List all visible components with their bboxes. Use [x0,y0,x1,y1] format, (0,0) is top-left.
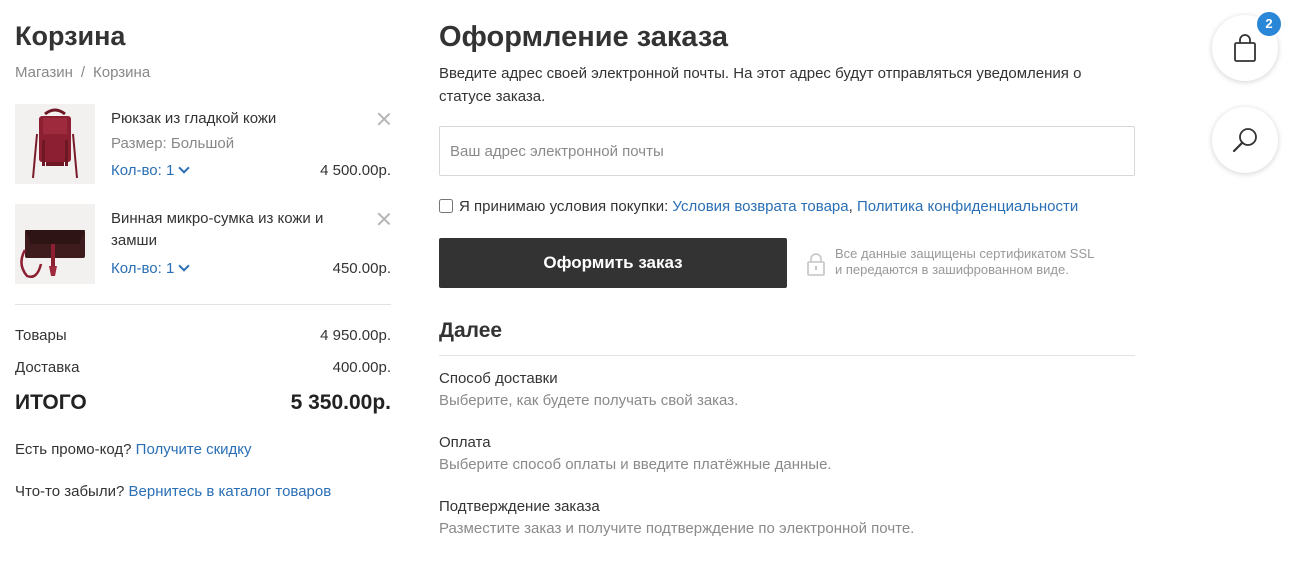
catalog-link[interactable]: Вернитесь в каталог товаров [129,483,332,500]
item-price: 4 500.00р. [320,162,391,179]
quantity-selector[interactable]: Кол-во: 1 [111,162,190,180]
forgot-text: Что-то забыли? [15,483,125,500]
step-payment: Оплата Выберите способ оплаты и введите … [439,434,1135,474]
checkout-description: Введите адрес своей электронной почты. Н… [439,65,1082,105]
step-description: Выберите способ оплаты и введите платёжн… [439,456,832,473]
lock-icon [807,253,825,276]
cart-item: Винная микро-сумка из кожи и замши Кол-в… [15,204,391,284]
chevron-down-icon [178,162,190,174]
summary-total-label: ИТОГО [15,391,87,414]
promo-text: Есть промо-код? [15,441,132,458]
summary-delivery-value: 400.00р. [332,359,391,376]
item-qty-label: Кол-во: 1 [111,162,175,179]
step-description: Разместите заказ и получите подтверждени… [439,520,915,537]
breadcrumb: Магазин / Корзина [15,64,150,82]
place-order-button[interactable]: Оформить заказ [439,238,787,288]
promo-link[interactable]: Получите скидку [136,441,252,458]
product-image-backpack[interactable] [15,104,95,184]
breadcrumb-current: Корзина [93,64,151,81]
close-icon[interactable] [377,212,391,226]
breadcrumb-shop[interactable]: Магазин [15,64,73,81]
item-qty-label: Кол-во: 1 [111,260,175,277]
item-size: Размер: Большой [111,135,235,152]
terms-checkbox[interactable] [439,199,453,213]
ssl-line-2: и передаются в зашифрованном виде. [835,262,1069,277]
search-button[interactable] [1212,107,1278,173]
forgot-line: Что-то забыли? Вернитесь в каталог товар… [15,483,331,501]
ssl-text: Все данные защищены сертификатом SSL и п… [835,246,1094,278]
summary-goods: Товары 4 950.00р. [15,327,391,345]
return-policy-link[interactable]: Условия возврата товара [672,198,848,215]
cart-divider [15,304,391,305]
summary-total-value: 5 350.00р. [290,391,391,414]
privacy-policy-link[interactable]: Политика конфиденциальности [857,198,1078,215]
terms-text: Я принимаю условия покупки: [459,198,669,215]
cart-item: Рюкзак из гладкой кожи Размер: Большой К… [15,104,391,184]
email-field[interactable] [439,126,1135,176]
summary-delivery-label: Доставка [15,359,80,376]
summary-goods-label: Товары [15,327,67,344]
step-title: Оплата [439,434,491,451]
shopping-bag-icon [1234,34,1256,62]
summary-goods-value: 4 950.00р. [320,327,391,344]
step-description: Выберите, как будете получать свой заказ… [439,392,739,409]
item-name[interactable]: Винная микро-сумка из кожи и замши [111,208,351,252]
item-name[interactable]: Рюкзак из гладкой кожи [111,108,351,130]
step-confirmation: Подтверждение заказа Разместите заказ и … [439,498,1135,538]
chevron-down-icon [178,260,190,272]
checkout-title: Оформление заказа [439,21,729,53]
breadcrumb-separator: / [80,64,86,81]
cart-count-badge: 2 [1255,10,1283,38]
summary-total: ИТОГО 5 350.00р. [15,390,391,416]
step-title: Подтверждение заказа [439,498,600,515]
promo-line: Есть промо-код? Получите скидку [15,441,252,459]
terms-line: Я принимаю условия покупки: Условия возв… [439,198,1078,216]
ssl-line-1: Все данные защищены сертификатом SSL [835,246,1095,261]
product-image-clutch[interactable] [15,204,95,284]
summary-delivery: Доставка 400.00р. [15,359,391,377]
cart-title: Корзина [15,21,126,51]
item-price: 450.00р. [332,260,391,277]
step-delivery: Способ доставки Выберите, как будете пол… [439,370,1135,410]
terms-comma: , [848,198,853,215]
next-steps-divider [439,355,1135,356]
quantity-selector[interactable]: Кол-во: 1 [111,260,190,278]
close-icon[interactable] [377,112,391,126]
next-steps-title: Далее [439,319,503,342]
step-title: Способ доставки [439,370,558,387]
search-icon [1232,128,1257,153]
